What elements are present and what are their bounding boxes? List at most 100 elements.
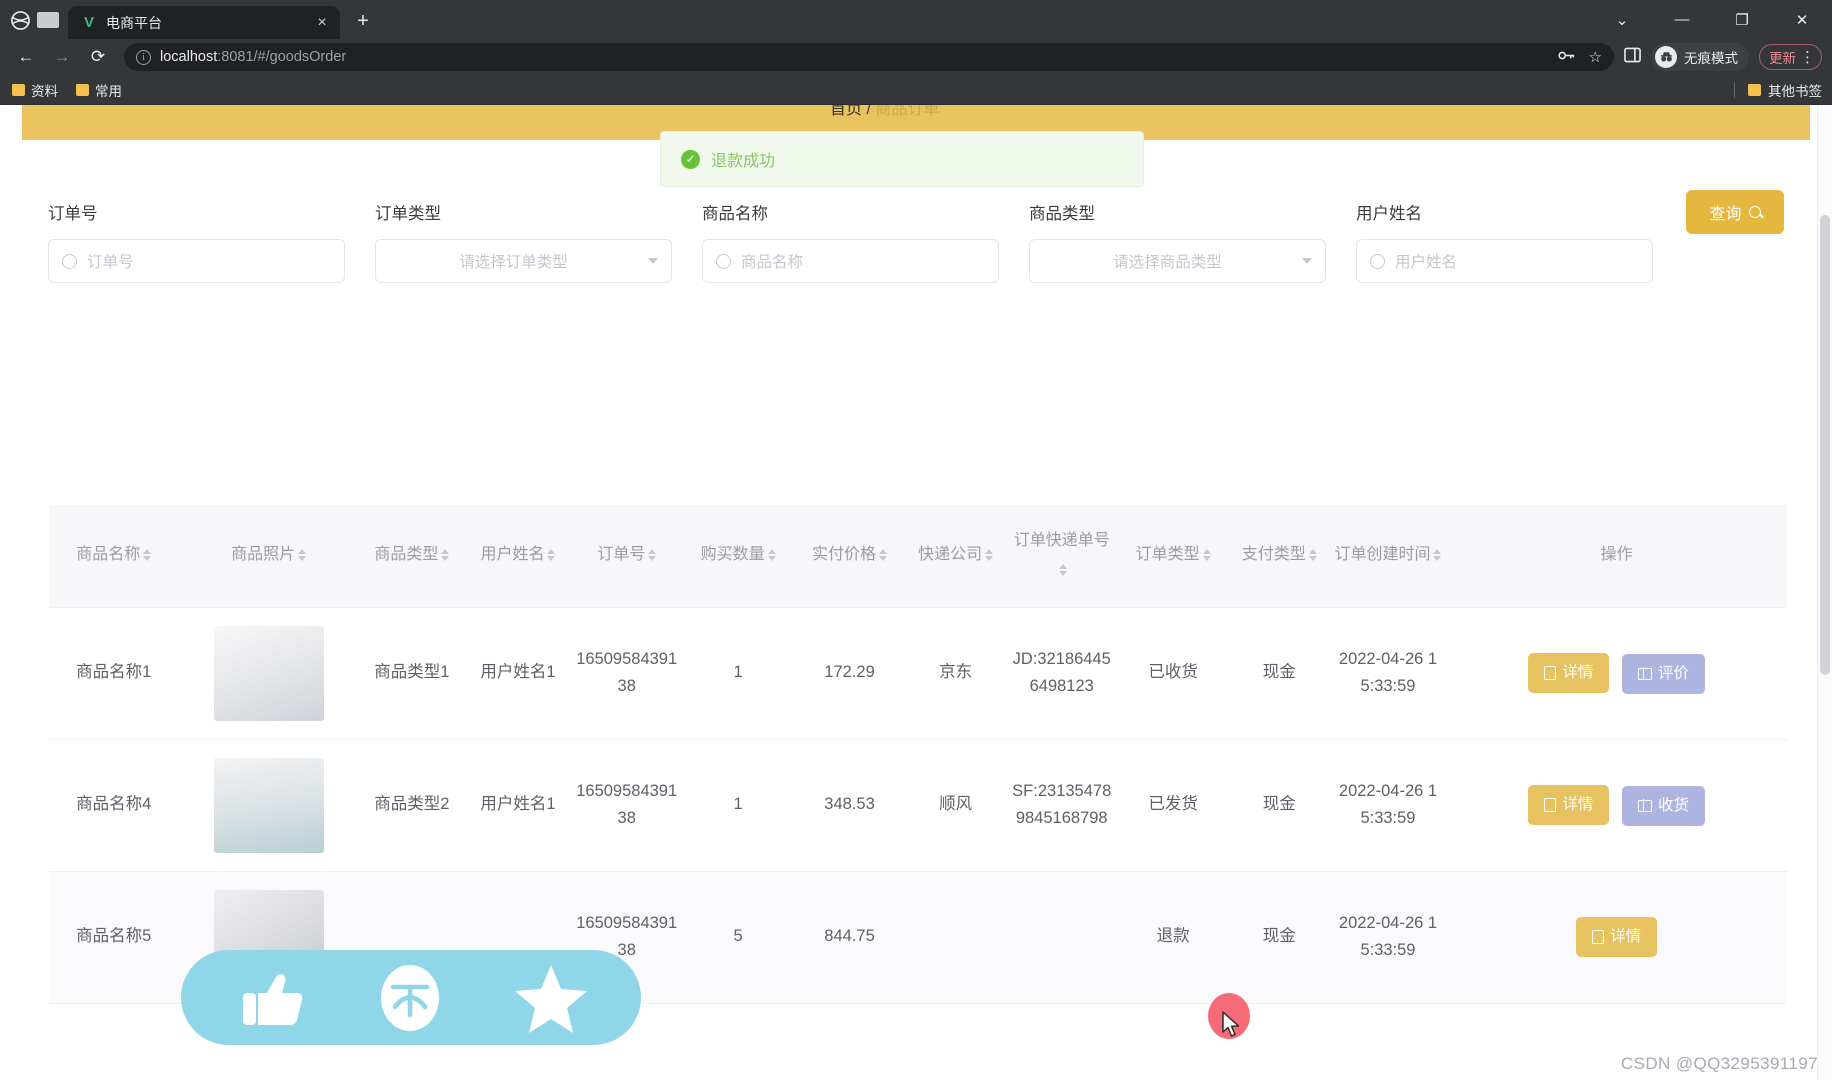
sort-icon[interactable] — [441, 549, 450, 562]
tab-strip: V 电商平台 × + ⌄ — ❐ ✕ — [0, 0, 1832, 39]
bookmark-item[interactable]: 常用 — [76, 80, 122, 100]
close-window-button[interactable]: ✕ — [1772, 0, 1832, 39]
folder-icon — [1748, 83, 1761, 96]
sort-icon[interactable] — [879, 549, 888, 562]
col-order-type[interactable]: 订单类型 — [1117, 505, 1229, 608]
new-tab-button[interactable]: + — [348, 6, 378, 36]
comment-button[interactable]: 评价 — [1621, 653, 1705, 694]
incognito-indicator[interactable]: 无痕模式 — [1651, 43, 1749, 71]
cell-order-type: 已收货 — [1117, 607, 1229, 740]
sort-icon[interactable] — [1059, 563, 1068, 576]
sort-icon[interactable] — [985, 549, 994, 562]
site-info-icon[interactable]: i — [136, 49, 151, 65]
table-row[interactable]: 商品名称1 商品类型1 用户姓名1 1650958439138 1 172.29… — [49, 607, 1787, 740]
document-icon — [1544, 797, 1557, 812]
sort-icon[interactable] — [298, 549, 307, 562]
receive-button-label: 收货 — [1657, 796, 1689, 814]
cell-goods-type: 商品类型1 — [358, 607, 465, 740]
col-order-no[interactable]: 订单号 — [571, 505, 683, 608]
col-goods-type[interactable]: 商品类型 — [358, 505, 465, 608]
breadcrumb: 首页 / 商品订单 — [830, 105, 939, 119]
search-icon — [1748, 206, 1761, 218]
col-goods-name[interactable]: 商品名称 — [49, 505, 179, 608]
toast-message: 退款成功 — [711, 153, 776, 170]
col-express-company[interactable]: 快递公司 — [905, 505, 1007, 608]
browser-menu-icon[interactable]: ⋮ — [1800, 50, 1815, 65]
cell-express-company: 京东 — [905, 607, 1007, 740]
cell-express-company — [905, 871, 1007, 1004]
incognito-avatar-icon — [1655, 46, 1677, 68]
filter-order-no: 订单号 订单号 — [48, 200, 345, 283]
breadcrumb-home[interactable]: 首页 — [830, 105, 862, 118]
cell-express-no: JD:321864456498123 — [1006, 607, 1118, 740]
browser-logo-icon — [6, 6, 34, 34]
col-quantity[interactable]: 购买数量 — [682, 505, 794, 608]
order-no-input[interactable]: 订单号 — [48, 239, 345, 283]
orders-table: 商品名称 商品照片 商品类型 用户姓名 订单号 购买数量 实付价格 快递公司 订… — [49, 505, 1787, 1004]
sort-icon[interactable] — [1433, 549, 1442, 562]
goods-name-input[interactable]: 商品名称 — [702, 239, 999, 283]
page-viewport: 首页 / 商品订单 订单号 订单号 订单类型 请选择订单类型 商品名称 商品名称… — [0, 105, 1832, 1080]
no-comment-icon[interactable] — [375, 961, 445, 1035]
page-vertical-scrollbar[interactable] — [1817, 105, 1832, 1080]
order-type-select[interactable]: 请选择订单类型 — [375, 239, 672, 283]
user-name-input[interactable]: 用户姓名 — [1356, 239, 1653, 283]
other-bookmarks-label[interactable]: 其他书签 — [1768, 80, 1822, 100]
bookmark-label: 资料 — [31, 83, 58, 99]
cell-created-at: 2022-04-26 15:33:59 — [1329, 739, 1447, 872]
minimize-button[interactable]: — — [1652, 0, 1712, 39]
incognito-label: 无痕模式 — [1684, 51, 1738, 66]
cell-quantity: 1 — [682, 607, 794, 740]
col-express-no[interactable]: 订单快递单号 — [1006, 505, 1118, 608]
detail-button[interactable]: 详情 — [1576, 917, 1658, 958]
tab-search-icon[interactable] — [34, 6, 62, 34]
col-pay-type[interactable]: 支付类型 — [1228, 505, 1330, 608]
star-icon[interactable] — [513, 961, 589, 1035]
sort-icon[interactable] — [1308, 549, 1317, 562]
bookmark-star-icon[interactable]: ☆ — [1589, 48, 1602, 66]
sort-icon[interactable] — [547, 549, 556, 562]
review-action-overlay[interactable] — [181, 950, 641, 1045]
search-icon — [62, 253, 77, 269]
detail-button[interactable]: 详情 — [1528, 652, 1610, 693]
side-panel-icon[interactable] — [1624, 47, 1641, 67]
sort-icon[interactable] — [143, 549, 152, 562]
key-icon[interactable] — [1557, 49, 1575, 66]
col-user-name[interactable]: 用户姓名 — [464, 505, 571, 608]
cell-user-name: 用户姓名1 — [464, 739, 571, 872]
bookmark-item[interactable]: 资料 — [12, 80, 58, 100]
update-button[interactable]: 更新 ⋮ — [1759, 44, 1822, 70]
col-price[interactable]: 实付价格 — [793, 505, 906, 608]
cell-pay-type: 现金 — [1228, 739, 1330, 872]
query-button-label: 查询 — [1709, 206, 1742, 223]
col-goods-photo[interactable]: 商品照片 — [178, 505, 359, 608]
receive-button[interactable]: 收货 — [1621, 785, 1705, 826]
document-icon — [1592, 930, 1605, 945]
back-icon[interactable]: ← — [10, 41, 42, 73]
comment-button-label: 评价 — [1657, 664, 1689, 682]
document-icon — [1544, 665, 1557, 680]
col-created-at[interactable]: 订单创建时间 — [1329, 505, 1447, 608]
check-circle-icon: ✓ — [681, 149, 700, 169]
table-row[interactable]: 商品名称4 商品类型2 用户姓名1 1650958439138 1 348.53… — [49, 739, 1787, 872]
query-button[interactable]: 查询 — [1686, 190, 1784, 234]
folder-icon — [12, 83, 25, 96]
url-path: :8081/#/goodsOrder — [217, 49, 347, 65]
sort-icon[interactable] — [648, 549, 657, 562]
address-bar[interactable]: i localhost:8081/#/goodsOrder ☆ — [124, 43, 1614, 71]
cell-pay-type: 现金 — [1228, 607, 1330, 740]
reload-icon[interactable]: ⟳ — [82, 41, 114, 73]
forward-icon[interactable]: → — [46, 41, 78, 73]
sort-icon[interactable] — [1202, 549, 1211, 562]
close-icon[interactable]: × — [312, 13, 332, 33]
cell-created-at: 2022-04-26 15:33:59 — [1329, 871, 1447, 1004]
scroll-thumb[interactable] — [1820, 215, 1830, 675]
filter-label: 用户姓名 — [1356, 205, 1422, 223]
chevron-down-icon[interactable]: ⌄ — [1592, 0, 1652, 39]
detail-button[interactable]: 详情 — [1528, 784, 1610, 825]
thumbs-up-icon[interactable] — [233, 961, 307, 1035]
goods-type-select[interactable]: 请选择商品类型 — [1029, 239, 1326, 283]
maximize-button[interactable]: ❐ — [1712, 0, 1772, 39]
sort-icon[interactable] — [767, 549, 776, 562]
browser-tab[interactable]: V 电商平台 × — [68, 6, 340, 39]
